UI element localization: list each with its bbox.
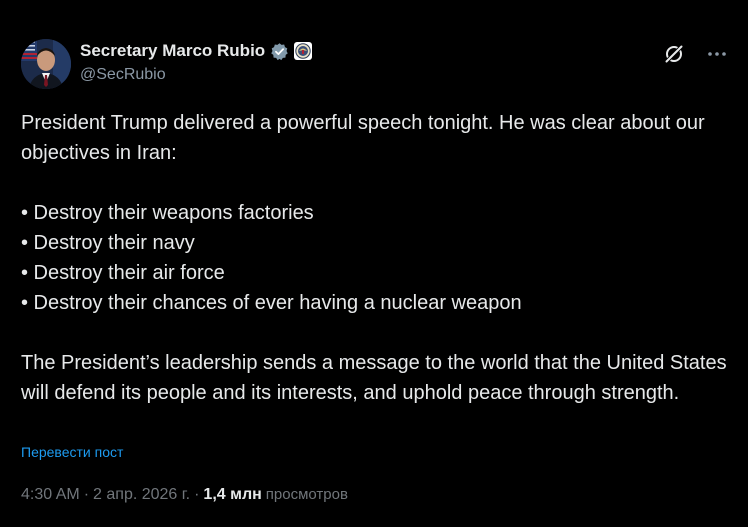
views-label: просмотров <box>265 486 348 503</box>
tweet-closing: The President’s leadership sends a messa… <box>21 352 727 404</box>
previous-content-cutoff <box>92 0 162 3</box>
meta-separator: · <box>194 486 200 503</box>
author-display-name[interactable]: Secretary Marco Rubio <box>80 41 265 61</box>
state-department-seal-icon[interactable] <box>294 42 313 60</box>
grok-icon[interactable] <box>663 43 685 65</box>
post-date[interactable]: 2 апр. 2026 г. <box>93 486 190 504</box>
name-row: Secretary Marco Rubio <box>80 40 313 62</box>
more-options-icon[interactable] <box>706 45 728 63</box>
tweet-text: President Trump delivered a powerful spe… <box>21 108 736 408</box>
avatar-image <box>21 39 71 89</box>
post-time[interactable]: 4:30 AM <box>21 486 80 504</box>
verified-badge-icon[interactable] <box>270 42 289 61</box>
tweet-intro: President Trump delivered a powerful spe… <box>21 112 705 164</box>
avatar[interactable] <box>21 39 71 89</box>
author-handle[interactable]: @SecRubio <box>80 66 312 84</box>
tweet-bullet: • Destroy their weapons factories <box>21 202 314 224</box>
tweet-bullet: • Destroy their air force <box>21 262 225 284</box>
tweet-meta: 4:30 AM · 2 апр. 2026 г. · 1,4 млн просм… <box>21 486 348 504</box>
tweet-bullet: • Destroy their navy <box>21 232 195 254</box>
meta-separator: · <box>83 486 90 503</box>
tweet-header: Secretary Marco Rubio @SecRubio <box>21 39 728 89</box>
translate-post-link[interactable]: Перевести пост <box>21 444 123 460</box>
tweet-bullet: • Destroy their chances of ever having a… <box>21 292 522 314</box>
views-count: 1,4 млн <box>203 486 262 503</box>
author-identity: Secretary Marco Rubio @SecRubio <box>80 40 313 84</box>
